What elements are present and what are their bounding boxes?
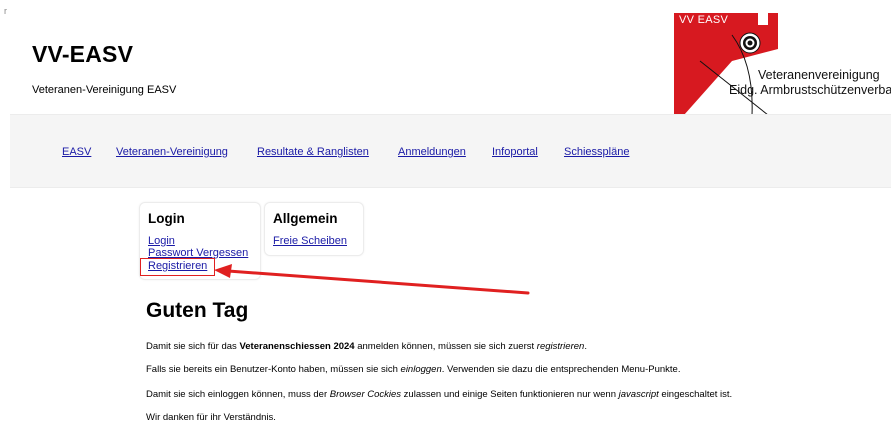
p2-text-a: Falls sie bereits ein Benutzer-Konto hab… bbox=[146, 364, 401, 375]
nav-link-easv[interactable]: EASV bbox=[62, 146, 91, 158]
p1-text-e: . bbox=[584, 341, 587, 352]
arrow-head bbox=[214, 264, 232, 278]
main-navigation: EASV Veteranen-Vereinigung Resultate & R… bbox=[10, 114, 891, 188]
allgemein-card-title: Allgemein bbox=[273, 211, 338, 226]
free-targets-link[interactable]: Freie Scheiben bbox=[273, 235, 347, 247]
logo-text-line2: Eidg. Armbrustschützenverband bbox=[729, 83, 891, 97]
p3-text-e: eingeschaltet ist. bbox=[658, 389, 733, 400]
p3-cookies-emph: Browser Cockies bbox=[329, 389, 402, 400]
login-card-title: Login bbox=[148, 211, 185, 226]
account-paragraph: Falls sie bereits ein Benutzer-Konto hab… bbox=[146, 364, 680, 375]
p2-login-emph: einloggen bbox=[400, 364, 442, 375]
p3-text-c: zulassen und einige Seiten funktionieren… bbox=[401, 389, 619, 400]
p1-text-c: anmelden können, müssen sie sich zuerst bbox=[354, 341, 537, 352]
logo-red-shape bbox=[674, 13, 778, 115]
cookies-paragraph: Damit sie sich einloggen können, muss de… bbox=[146, 389, 732, 400]
thanks-paragraph: Wir danken für ihr Verständnis. bbox=[146, 412, 276, 423]
p2-text-c: . Verwenden sie dazu die entsprechenden … bbox=[441, 364, 681, 375]
logo-text-line1: Veteranenvereinigung bbox=[758, 68, 880, 82]
register-highlight-box bbox=[140, 258, 215, 276]
allgemein-card: Allgemein Freie Scheiben bbox=[264, 202, 364, 256]
logo-graphic bbox=[674, 13, 778, 115]
logo-abbrev: VV EASV bbox=[679, 14, 729, 26]
annotation-arrow-icon bbox=[214, 264, 530, 295]
p3-javascript-emph: javascript bbox=[618, 389, 659, 400]
nav-link-infoportal[interactable]: Infoportal bbox=[492, 146, 538, 158]
intro-paragraph: Damit sie sich für das Veteranenschiesse… bbox=[146, 341, 587, 352]
corner-mark: r bbox=[4, 6, 7, 16]
site-subtitle: Veteranen-Vereinigung EASV bbox=[32, 84, 177, 96]
arrow-shaft bbox=[226, 269, 530, 295]
site-title: VV-EASV bbox=[32, 41, 134, 67]
nav-link-resultate-ranglisten[interactable]: Resultate & Ranglisten bbox=[257, 146, 369, 158]
p3-text-a: Damit sie sich einloggen können, muss de… bbox=[146, 389, 330, 400]
logo: VV EASV Veteranenvereinigung Eidg. Armbr… bbox=[674, 13, 891, 115]
p1-event-name: Veteranenschiessen 2024 bbox=[239, 341, 355, 352]
p1-text-a: Damit sie sich für das bbox=[146, 341, 240, 352]
login-link[interactable]: Login bbox=[148, 235, 175, 247]
nav-link-schiessplaene[interactable]: Schiesspläne bbox=[564, 146, 629, 158]
p1-register-emph: registrieren bbox=[536, 341, 585, 352]
main-heading: Guten Tag bbox=[146, 299, 249, 322]
logo-white-notch bbox=[758, 13, 768, 25]
nav-link-veteranen-vereinigung[interactable]: Veteranen-Vereinigung bbox=[116, 146, 228, 158]
nav-link-anmeldungen[interactable]: Anmeldungen bbox=[398, 146, 466, 158]
